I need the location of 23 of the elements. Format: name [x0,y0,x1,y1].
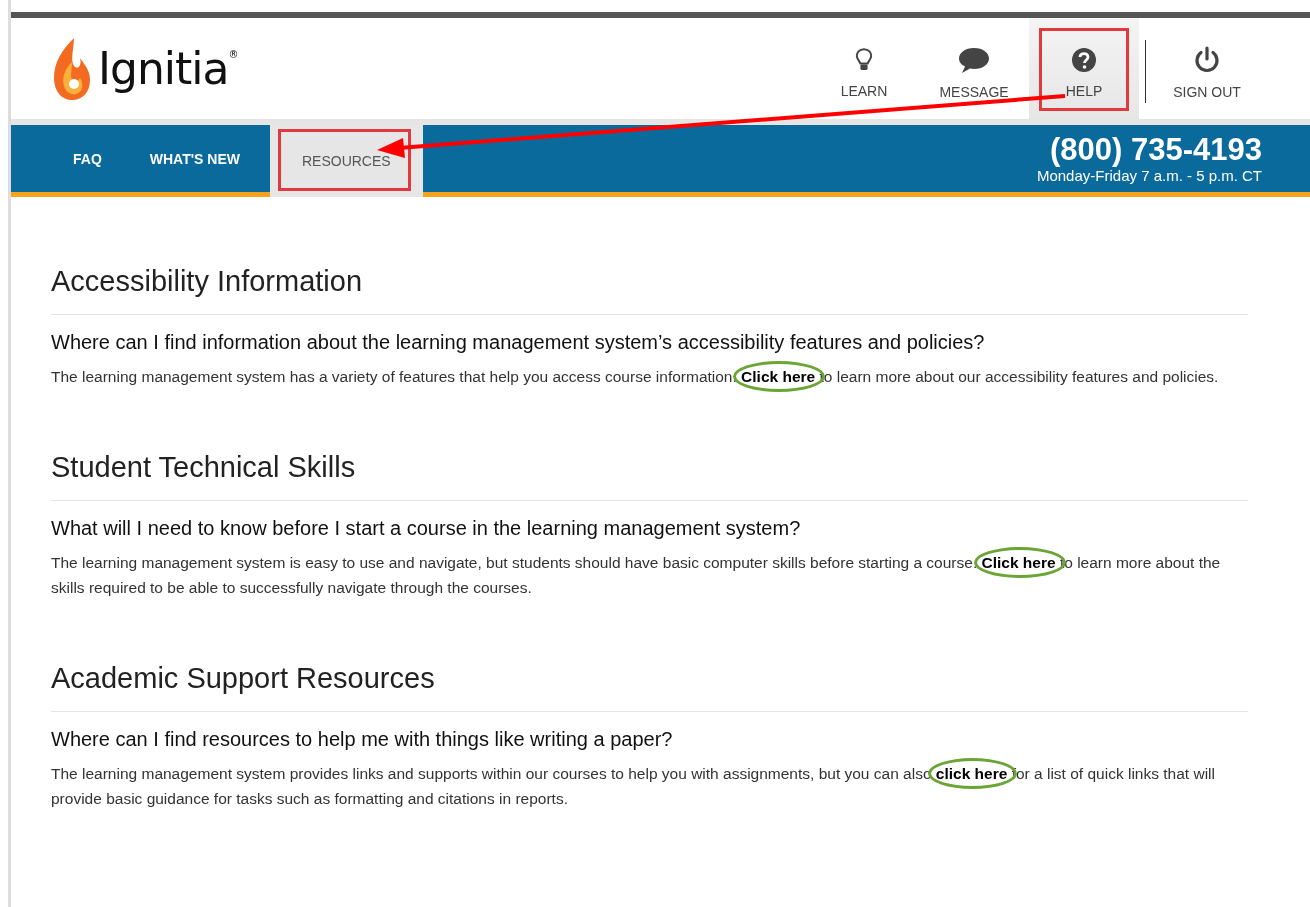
section-heading: Academic Support Resources [51,662,436,695]
nav-item[interactable]: HELP [1029,18,1139,119]
nav-item[interactable]: LEARN [809,18,919,119]
section-heading: Accessibility Information [51,265,364,298]
lightbulb-icon [855,46,873,73]
question: Where can I find resources to help me with things like writing a paper? [51,728,674,751]
tab[interactable]: RESOURCES [269,125,423,197]
nav-item[interactable]: MESSAGE [919,18,1029,119]
click-here-link[interactable]: Click here [741,368,816,385]
tab[interactable]: FAQ [49,125,126,192]
question: Where can I find information about the learning management system’s accessibility features and policies? [51,331,986,354]
click-here-link[interactable]: click here [935,765,1008,782]
speech-bubble-icon [957,45,991,74]
logo-text: Ignitia$^{®}$ [98,43,238,94]
click-here-link[interactable]: Click here [981,554,1056,571]
nav-item[interactable]: SIGN OUT [1152,18,1262,119]
support-hours: Monday-Friday 7 a.m. - 5 p.m. CT [1036,167,1262,184]
help-icon [1071,46,1097,73]
tab[interactable]: WHAT'S NEW [125,125,264,192]
phone-number: (800) 735-4193 [1050,133,1262,167]
question: What will I need to know before I start a course in the learning management system? [51,517,802,540]
power-icon [1193,45,1221,74]
section-heading: Student Technical Skills [51,451,357,484]
